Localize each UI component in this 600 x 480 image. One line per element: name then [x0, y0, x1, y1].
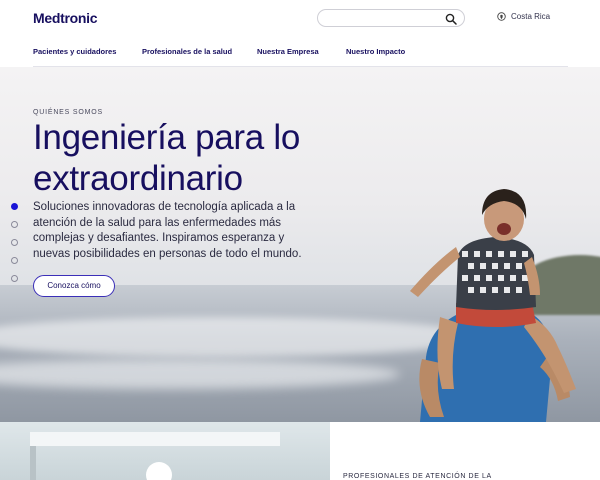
- hero-headline-line: Ingeniería para lo: [33, 118, 301, 157]
- carousel-dot-3[interactable]: [11, 239, 18, 246]
- section-eyebrow: PROFESIONALES DE ATENCIÓN DE LA: [343, 473, 492, 480]
- site-header: Medtronic Costa Rica: [0, 0, 600, 36]
- hero-headline-line: extraordinario: [33, 159, 243, 198]
- hero-eyebrow: QUIÉNES SOMOS: [33, 109, 103, 116]
- location-icon: [497, 12, 506, 21]
- nav-item-impacto[interactable]: Nuestro Impacto: [346, 47, 405, 56]
- carousel-dot-2[interactable]: [11, 221, 18, 228]
- conozca-como-button[interactable]: Conozca cómo: [33, 275, 115, 297]
- hero-description: Soluciones innovadoras de tecnología apl…: [33, 201, 302, 260]
- nav-item-empresa[interactable]: Nuestra Empresa: [257, 47, 319, 56]
- country-selector[interactable]: Costa Rica: [497, 12, 550, 21]
- search-icon[interactable]: [445, 13, 457, 25]
- carousel-pagination: [11, 203, 18, 293]
- carousel-dot-1[interactable]: [11, 203, 18, 210]
- nav-item-profesionales[interactable]: Profesionales de la salud: [142, 47, 232, 56]
- hero-photo-father-child: [410, 189, 576, 422]
- lamp: [146, 462, 172, 480]
- next-section: PROFESIONALES DE ATENCIÓN DE LA: [0, 422, 600, 480]
- search-input[interactable]: [317, 9, 465, 27]
- wall-edge: [30, 446, 36, 480]
- carousel-dot-5[interactable]: [11, 275, 18, 282]
- medtronic-logo[interactable]: Medtronic: [33, 10, 98, 26]
- nav-item-pacientes[interactable]: Pacientes y cuidadores: [33, 47, 116, 56]
- carousel-dot-4[interactable]: [11, 257, 18, 264]
- hero-banner: QUIÉNES SOMOS Ingeniería para lo extraor…: [0, 67, 600, 422]
- hero-headline: Ingeniería para lo extraordinario: [33, 117, 363, 199]
- main-nav: Pacientes y cuidadores Profesionales de …: [0, 40, 600, 66]
- country-label: Costa Rica: [511, 12, 551, 21]
- ceiling-panel: [30, 432, 280, 446]
- section-image: [0, 422, 330, 480]
